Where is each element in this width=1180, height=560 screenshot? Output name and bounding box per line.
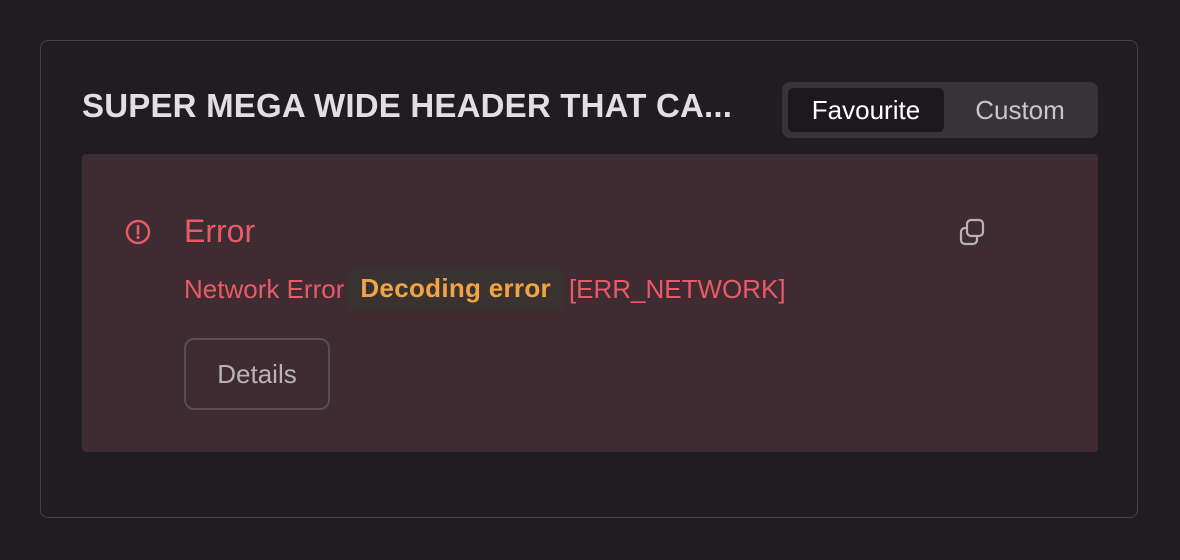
error-code: [ERR_NETWORK] [568, 274, 786, 304]
error-message: Network Error Decoding error [ERR_NETWOR… [184, 269, 786, 310]
view-toggle: Favourite Custom [782, 82, 1098, 138]
card-title: SUPER MEGA WIDE HEADER THAT CA... [82, 87, 733, 124]
toggle-option-custom[interactable]: Custom [948, 88, 1092, 132]
details-button[interactable]: Details [184, 338, 330, 410]
error-code-badge: Decoding error [346, 269, 565, 310]
alert-circle-icon [125, 219, 151, 245]
error-message-text: Network Error [184, 274, 345, 304]
error-alert: Error Network Error Decoding error [ERR_… [82, 154, 1098, 452]
toggle-option-favourite[interactable]: Favourite [788, 88, 944, 132]
error-title: Error [184, 213, 256, 249]
widget-card: SUPER MEGA WIDE HEADER THAT CA... Favour… [40, 40, 1138, 518]
copy-icon[interactable] [956, 216, 988, 248]
